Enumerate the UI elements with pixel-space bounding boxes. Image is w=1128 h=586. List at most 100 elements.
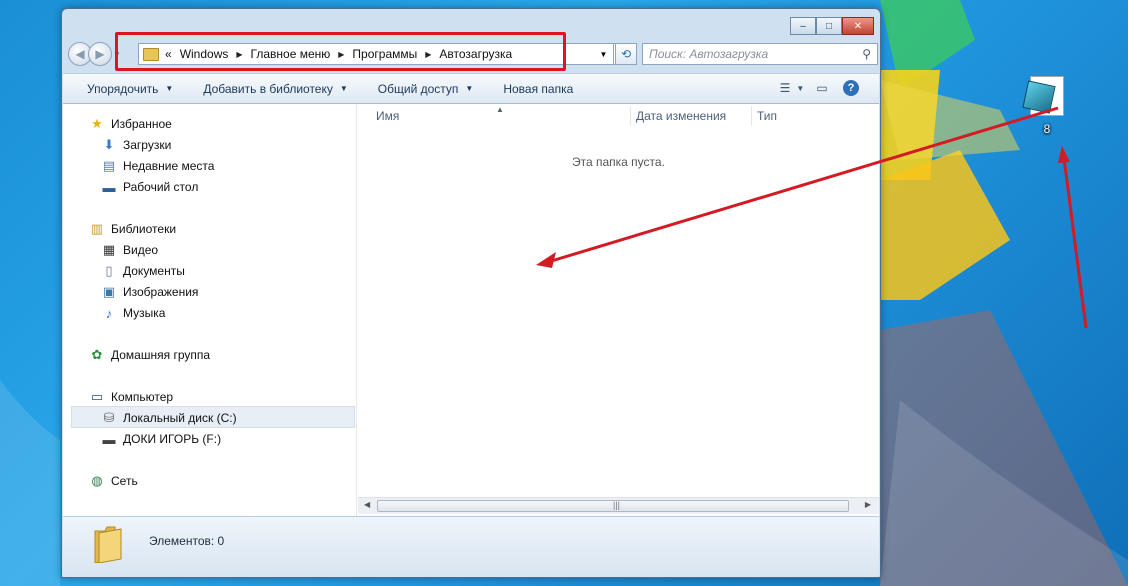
documents-icon: ▯ (105, 263, 113, 278)
nav-documents-label: Документы (123, 264, 185, 278)
nav-network-label: Сеть (111, 474, 138, 488)
desktop-icon: ▬ (102, 179, 116, 195)
toolbar-right: ☰ ▼ ▭ ? (779, 80, 859, 96)
navigation-pane: ★ Избранное ⬇ Загрузки ▤ Недавние места ▬ Ра… (63, 104, 357, 516)
address-history-dropdown[interactable]: ▼ (594, 43, 614, 65)
nav-usb-drive[interactable]: ▬ ДОКИ ИГОРЬ (F:) (101, 429, 222, 449)
computer-icon: ▭ (90, 389, 104, 404)
share-label: Общий доступ (377, 81, 459, 96)
column-date-label: Дата изменения (636, 109, 727, 123)
forward-button[interactable]: ▶ (88, 42, 112, 66)
item-count: Элементов: 0 (149, 534, 225, 548)
folder-icon (94, 526, 122, 563)
column-name[interactable]: Имя (376, 104, 399, 128)
view-list-icon: ☰ (779, 81, 791, 95)
star-icon: ★ (91, 116, 103, 131)
new-folder-button[interactable]: Новая папка (503, 82, 573, 96)
command-toolbar: Упорядочить ▼ Добавить в библиотеку ▼ Общи… (63, 73, 879, 104)
nav-recent[interactable]: ▤ Недавние места (101, 156, 215, 176)
scroll-right-icon[interactable]: ▶ (865, 500, 871, 509)
column-type-label: Тип (757, 109, 778, 123)
column-date-modified[interactable]: Дата изменения (636, 104, 726, 128)
caret-down-icon: ▼ (796, 83, 805, 93)
nav-downloads-label: Загрузки (123, 138, 172, 152)
pointer-arrow (1062, 157, 1088, 329)
pointer-arrowhead (1058, 146, 1070, 163)
network-icon: ◍ (91, 473, 103, 488)
nav-video[interactable]: ▦ Видео (101, 240, 158, 260)
share-button[interactable]: Общий доступ ▼ (378, 82, 474, 96)
caret-down-icon: ▼ (339, 84, 348, 93)
horizontal-scrollbar[interactable]: ◀ ||| ▶ (358, 497, 879, 514)
nav-libraries[interactable]: ▥ Библиотеки (89, 219, 176, 239)
nav-local-disk[interactable]: ⛁ Локальный диск (C:) (101, 408, 237, 428)
desktop-file-icon[interactable]: 8 (1022, 72, 1072, 142)
nav-network[interactable]: ◍ Сеть (89, 471, 138, 491)
explorer-window: ‒ □ ✕ ◀ ▶ ▼ « Windows ▶ Главное меню ▶ П… (61, 8, 881, 578)
nav-images[interactable]: ▣ Изображения (101, 282, 199, 302)
column-divider[interactable] (630, 106, 631, 126)
organize-label: Упорядочить (87, 81, 159, 96)
column-name-label: Имя (376, 109, 400, 123)
video-icon: ▦ (102, 242, 116, 257)
images-icon: ▣ (102, 284, 116, 299)
arrow-right-icon: ▶ (95, 47, 105, 61)
scrollbar-thumb[interactable]: ||| (377, 500, 849, 512)
caret-down-icon: ▼ (465, 84, 474, 93)
add-to-library-button[interactable]: Добавить в библиотеку ▼ (203, 82, 347, 96)
scroll-left-icon[interactable]: ◀ (364, 500, 370, 509)
nav-desktop-label: Рабочий стол (123, 180, 199, 194)
preview-pane-button[interactable]: ▭ (813, 80, 831, 96)
nav-homegroup-label: Домашняя группа (111, 348, 211, 362)
column-type[interactable]: Тип (757, 104, 777, 128)
search-icon: ⚲ (862, 47, 871, 61)
usb-drive-icon: ▬ (102, 431, 116, 447)
explorer-body: ★ Избранное ⬇ Загрузки ▤ Недавние места ▬ Ра… (63, 104, 879, 516)
nav-favorites-label: Избранное (111, 117, 172, 131)
nav-computer[interactable]: ▭ Компьютер (89, 387, 173, 407)
grip-icon: ||| (613, 500, 621, 510)
nav-local-disk-label: Локальный диск (C:) (123, 411, 237, 425)
add-to-library-label: Добавить в библиотеку (203, 81, 333, 96)
view-options-button[interactable]: ☰ ▼ (779, 80, 805, 96)
nav-images-label: Изображения (123, 285, 199, 299)
refresh-icon: ⟲ (620, 47, 632, 61)
nav-recent-label: Недавние места (123, 159, 215, 173)
nav-video-label: Видео (123, 243, 159, 257)
nav-homegroup[interactable]: ✿ Домашняя группа (89, 345, 210, 365)
column-divider[interactable] (751, 106, 752, 126)
nav-music[interactable]: ♪ Музыка (101, 303, 166, 323)
file-list: Имя ▲ Дата изменения Тип Эта папка пуста… (358, 104, 879, 516)
libraries-icon: ▥ (90, 221, 104, 236)
empty-folder-message: Эта папка пуста. (572, 155, 665, 169)
nav-documents[interactable]: ▯ Документы (101, 261, 185, 281)
desktop-icon-label: 8 (1043, 122, 1051, 136)
search-input[interactable]: Поиск: Автозагрузка ⚲ (642, 43, 878, 65)
refresh-button[interactable]: ⟲ (615, 43, 637, 65)
recent-places-icon: ▤ (102, 158, 116, 173)
close-button[interactable]: ✕ (842, 17, 874, 35)
nav-computer-label: Компьютер (111, 390, 174, 404)
registry-file-icon (1022, 76, 1064, 116)
nav-music-label: Музыка (123, 306, 166, 320)
downloads-icon: ⬇ (103, 137, 115, 152)
chevron-down-icon: ▼ (599, 49, 608, 59)
nav-downloads[interactable]: ⬇ Загрузки (101, 135, 172, 155)
hard-drive-icon: ⛁ (103, 410, 115, 425)
address-highlight-annotation (115, 32, 566, 71)
search-placeholder: Поиск: Автозагрузка (649, 47, 769, 61)
arrow-left-icon: ◀ (75, 47, 85, 61)
nav-favorites[interactable]: ★ Избранное (89, 114, 172, 134)
organize-button[interactable]: Упорядочить ▼ (87, 82, 173, 96)
preview-pane-icon: ▭ (816, 81, 828, 95)
new-folder-label: Новая папка (503, 81, 574, 96)
nav-desktop[interactable]: ▬ Рабочий стол (101, 177, 199, 197)
caret-down-icon: ▼ (165, 84, 174, 93)
maximize-button[interactable]: □ (816, 17, 842, 35)
minimize-button[interactable]: ‒ (790, 17, 816, 35)
sort-ascending-icon: ▲ (496, 104, 504, 114)
help-button[interactable]: ? (843, 80, 859, 96)
homegroup-icon: ✿ (91, 347, 103, 362)
music-icon: ♪ (105, 305, 113, 321)
nav-libraries-label: Библиотеки (111, 222, 177, 236)
